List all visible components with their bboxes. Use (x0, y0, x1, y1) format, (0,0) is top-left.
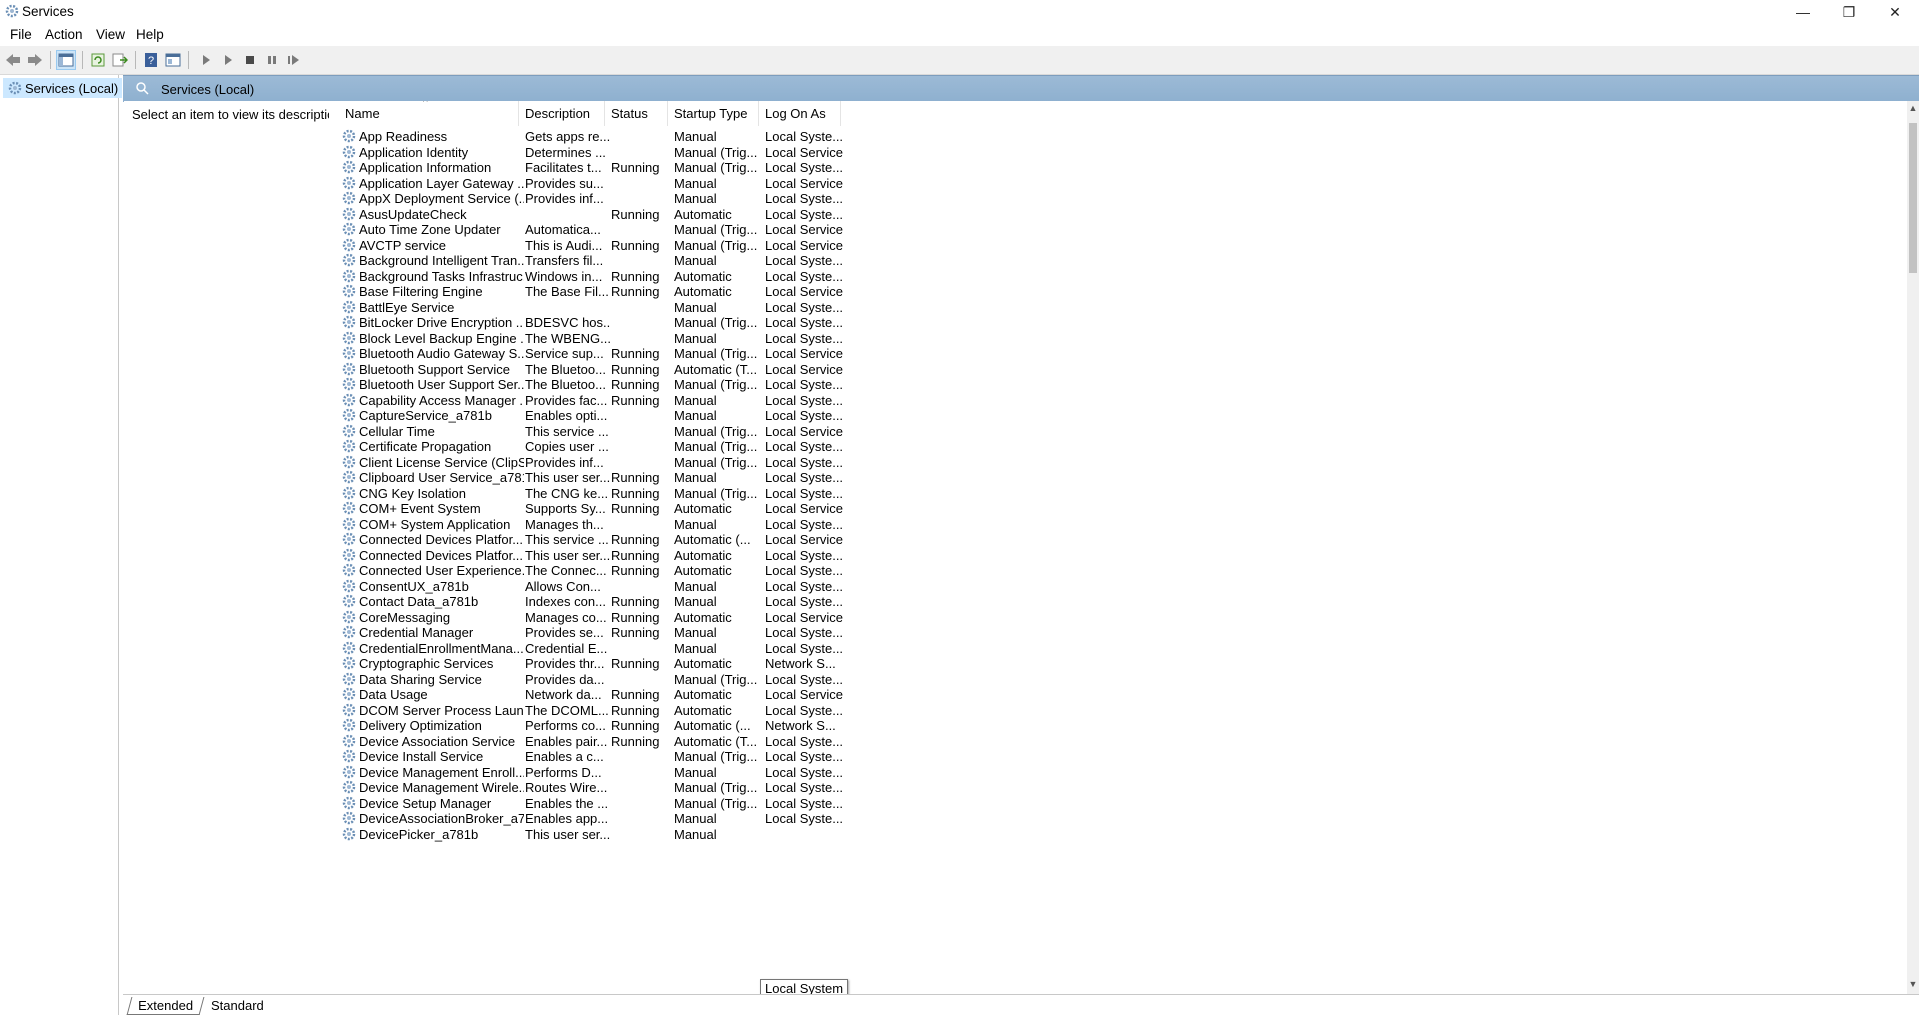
column-label-status: Status (611, 106, 648, 121)
properties-icon[interactable] (163, 50, 183, 70)
cell-desc: This user ser... (525, 826, 610, 842)
maximize-button[interactable]: ❐ (1826, 0, 1872, 24)
column-label-startup-type: Startup Type (674, 106, 748, 121)
column-header-description[interactable]: Description (519, 101, 605, 126)
view-tabs: Extended Standard (123, 994, 1919, 1016)
service-gear-icon (341, 826, 357, 842)
tree-item-services-local[interactable]: Services (Local) (3, 78, 123, 99)
start-alt-icon[interactable] (218, 50, 238, 70)
pane-title: Services (Local) (161, 82, 255, 97)
start-icon[interactable] (196, 50, 216, 70)
scroll-up-icon[interactable]: ▲ (1907, 103, 1919, 115)
cell-name: DevicePicker_a781b (359, 826, 479, 842)
stop-icon[interactable] (240, 50, 260, 70)
table-row[interactable]: DevicePicker_a781b This user ser... Manual (329, 825, 1229, 844)
tab-standard[interactable]: Standard (203, 997, 272, 1014)
show-hide-tree-icon[interactable] (56, 50, 76, 70)
console-tree: Services (Local) (0, 75, 123, 1015)
toolbar-separator (135, 51, 136, 69)
sort-ascending-icon: ^ (423, 101, 428, 108)
title-bar: Services — ❐ ✕ (0, 0, 1919, 24)
description-hint: Select an item to view its description. (132, 107, 346, 122)
column-label-log-on-as: Log On As (765, 106, 826, 121)
pane-header: Services (Local) (123, 75, 1919, 102)
window-title: Services (22, 4, 74, 19)
svg-text:?: ? (148, 55, 154, 67)
column-header-status[interactable]: Status (605, 101, 668, 126)
restart-icon[interactable] (284, 50, 304, 70)
services-list[interactable]: Name ^ Description Status Startup Type L… (329, 101, 1907, 994)
back-icon[interactable] (3, 50, 23, 70)
tab-extended-label: Extended (138, 998, 194, 1013)
services-gear-icon (7, 80, 23, 99)
export-list-icon[interactable] (110, 50, 130, 70)
cell-startup: Manual (674, 826, 717, 842)
menu-help[interactable]: Help (136, 27, 164, 42)
description-panel: Select an item to view its description. (124, 101, 345, 994)
menu-file[interactable]: File (10, 27, 32, 42)
forward-icon[interactable] (25, 50, 45, 70)
column-label-name: Name (345, 106, 380, 121)
toolbar-separator (82, 51, 83, 69)
services-gear-icon (4, 3, 20, 19)
minimize-button[interactable]: — (1780, 0, 1826, 24)
column-header-log-on-as[interactable]: Log On As (759, 101, 841, 126)
menu-view[interactable]: View (96, 27, 125, 42)
scroll-down-icon[interactable]: ▼ (1907, 979, 1919, 991)
toolbar-separator (188, 51, 189, 69)
refresh-icon[interactable] (88, 50, 108, 70)
pause-icon[interactable] (262, 50, 282, 70)
menu-bar: File Action View Help (0, 24, 1919, 46)
scroll-thumb[interactable] (1909, 123, 1917, 273)
close-button[interactable]: ✕ (1872, 0, 1918, 24)
search-icon (135, 81, 149, 98)
menu-action[interactable]: Action (45, 27, 83, 42)
toolbar: ? (0, 46, 1919, 75)
help-icon[interactable]: ? (141, 50, 161, 70)
column-label-description: Description (525, 106, 591, 121)
tree-item-label: Services (Local) (25, 80, 119, 96)
toolbar-separator (50, 51, 51, 69)
column-header-name[interactable]: Name ^ (329, 101, 519, 126)
vertical-scrollbar[interactable]: ▲ ▼ (1907, 101, 1919, 994)
tab-standard-label: Standard (211, 998, 264, 1013)
column-header-startup-type[interactable]: Startup Type (668, 101, 759, 126)
tab-extended[interactable]: Extended (126, 997, 205, 1015)
